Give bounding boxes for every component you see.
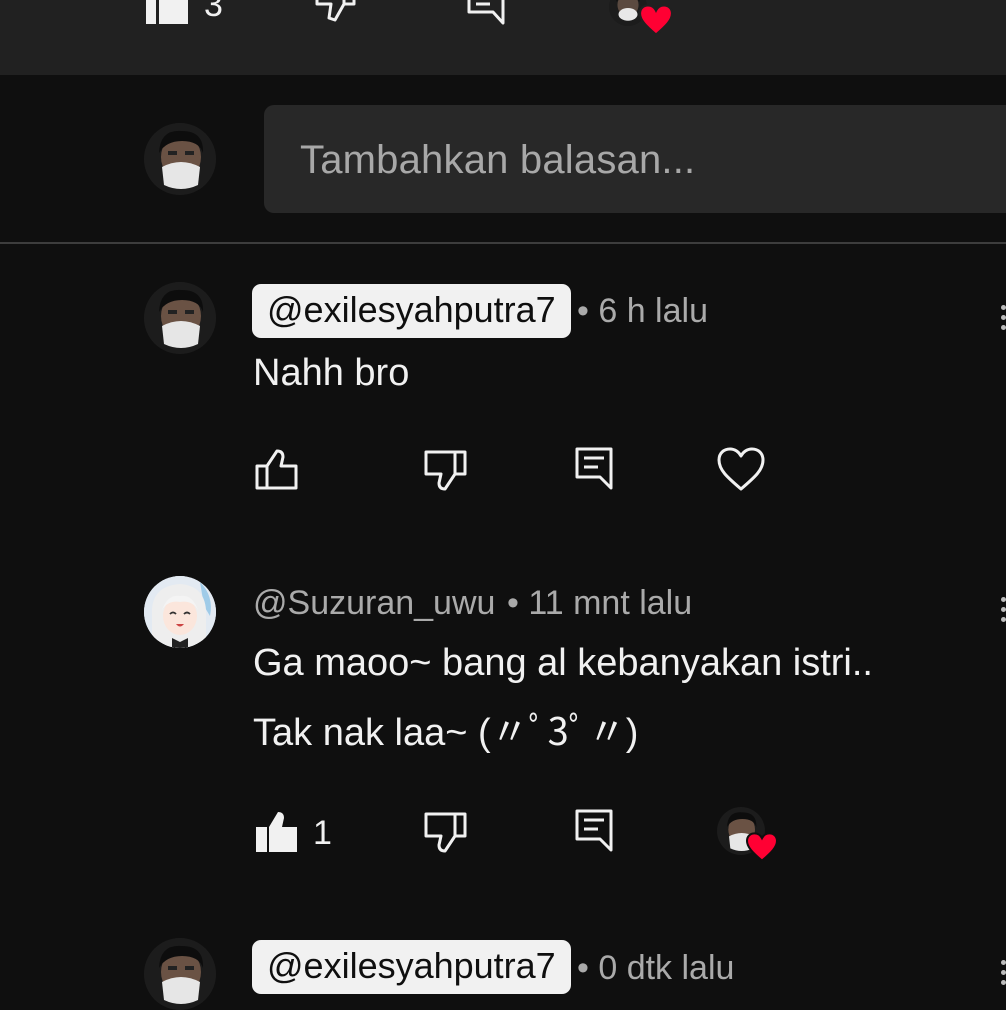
thumb-up-filled-icon[interactable] (254, 810, 300, 854)
thumb-down-icon[interactable] (314, 0, 358, 24)
comment-avatar[interactable] (144, 576, 216, 648)
comment-text-line: Tak nak laa~ (〃ﾟ3ﾟ〃) (253, 712, 639, 754)
like-count: 1 (313, 814, 332, 852)
heart-outline-icon[interactable] (716, 446, 766, 492)
comment-author-handle[interactable]: @Suzuran_uwu (253, 581, 495, 625)
thumb-up-filled-icon[interactable] (146, 0, 190, 24)
comment-author-handle[interactable]: @exilesyahputra7 (252, 284, 571, 338)
section-divider (0, 242, 1006, 244)
thumb-down-icon[interactable] (422, 810, 468, 854)
comment-timestamp: • 11 mnt lalu (507, 584, 693, 622)
heart-filled-icon (638, 4, 674, 36)
comment-author-handle[interactable]: @exilesyahputra7 (252, 940, 571, 994)
reply-comment-icon[interactable] (574, 808, 614, 854)
reply-comment-icon[interactable] (574, 446, 614, 492)
more-vert-icon[interactable] (1001, 597, 1006, 627)
thumb-up-icon[interactable] (254, 448, 300, 492)
comment-timestamp: • 6 h lalu (577, 292, 708, 330)
comment-text-line: Ga maoo~ bang al kebanyakan istri.. (253, 642, 873, 684)
reply-comment-icon[interactable] (466, 0, 506, 26)
comment-text: Nahh bro (253, 352, 410, 394)
more-vert-icon[interactable] (1001, 960, 1006, 990)
reply-placeholder: Tambahkan balasan... (300, 138, 696, 182)
previous-comment-actions: 3 (0, 0, 1006, 75)
like-count: 3 (204, 0, 223, 24)
user-avatar (144, 123, 216, 195)
more-vert-icon[interactable] (1001, 305, 1006, 335)
comment-timestamp: • 0 dtk lalu (577, 949, 735, 987)
heart-filled-icon (745, 832, 779, 862)
comment-avatar[interactable] (144, 282, 216, 354)
thumb-down-icon[interactable] (422, 448, 468, 492)
comment-avatar[interactable] (144, 938, 216, 1010)
